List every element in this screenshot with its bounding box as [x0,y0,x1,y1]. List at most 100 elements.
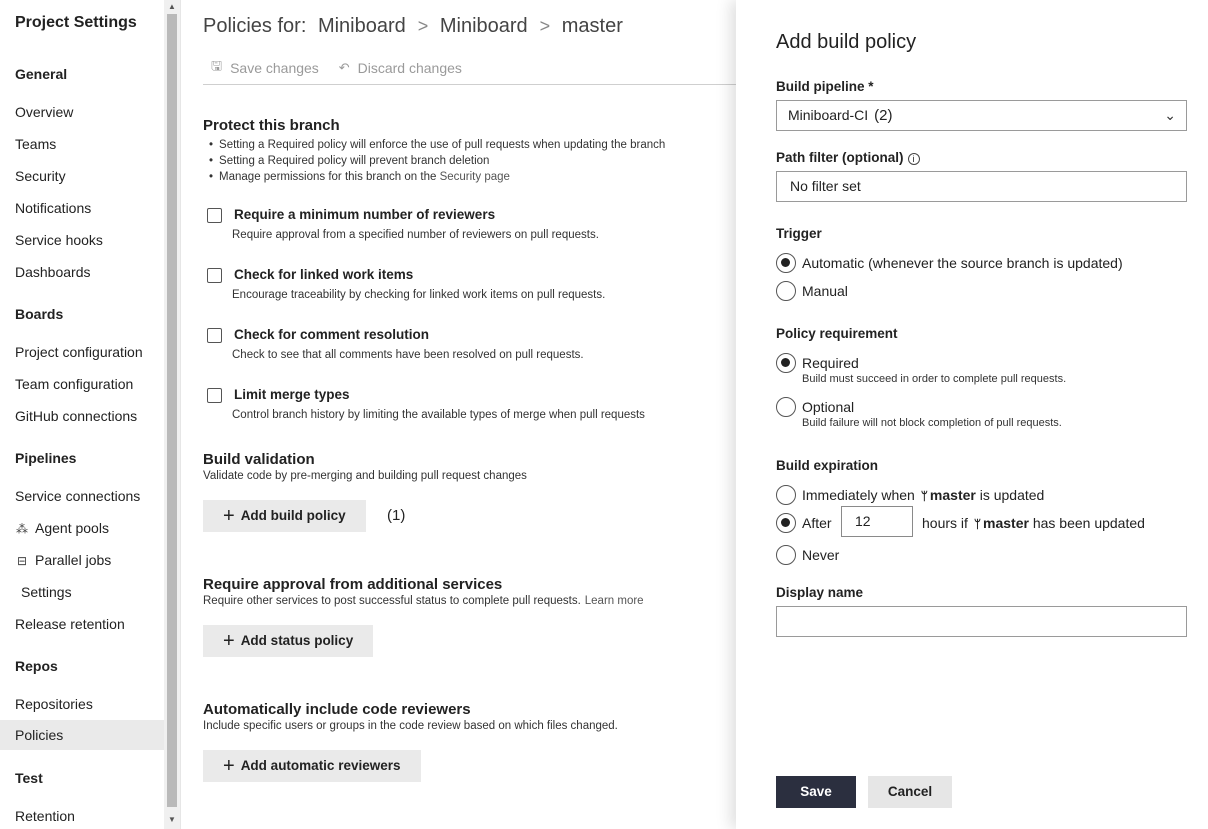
add-automatic-reviewers-button[interactable]: + Add automatic reviewers [203,750,421,782]
sidebar-item-security[interactable]: Security [0,161,164,191]
optional-label[interactable]: Optional [802,399,854,415]
trigger-automatic-label[interactable]: Automatic (whenever the source branch is… [802,255,1123,271]
cancel-button[interactable]: Cancel [868,776,952,808]
chevron-down-icon[interactable]: ⌄ [1164,101,1176,130]
linked-work-items-desc: Encourage traceability by checking for l… [232,289,606,301]
linked-work-items-label[interactable]: Check for linked work items [234,267,413,282]
expiration-hours-text: hours if ᛘ master has been updated [922,515,1145,531]
trigger-manual-label[interactable]: Manual [802,283,848,299]
sidebar-item-dashboards[interactable]: Dashboards [0,257,164,287]
hours-suffix: has been updated [1032,515,1145,531]
expiration-immediately-label[interactable]: Immediately when ᛘ master is updated [802,487,1044,503]
path-filter-input[interactable]: No filter set [776,171,1187,202]
sidebar-item-project-configuration[interactable]: Project configuration [0,337,164,367]
undo-icon: ↶ [338,60,350,75]
sidebar-item-release-retention[interactable]: Release retention [0,609,164,639]
annotation-marker-1: (1) [387,507,406,524]
scrollbar-thumb[interactable] [167,14,177,807]
sidebar-item-repositories[interactable]: Repositories [0,689,164,719]
sidebar-item-policies[interactable]: Policies [0,720,164,750]
limit-merge-types-checkbox[interactable] [207,388,222,403]
sidebar-title: Project Settings [15,14,137,31]
breadcrumb-prefix: Policies for: [203,15,307,37]
immediately-suffix: is updated [979,487,1045,503]
breadcrumb-branch[interactable]: master [562,15,623,37]
radio-selected[interactable] [776,253,796,273]
additional-services-desc: Require other services to post successfu… [203,595,644,607]
bullet-item: Setting a Required policy will enforce t… [209,137,665,153]
learn-more-link[interactable]: Learn more [585,595,644,607]
comment-resolution-checkbox[interactable] [207,328,222,343]
comment-resolution-desc: Check to see that all comments have been… [232,349,584,361]
min-reviewers-checkbox[interactable] [207,208,222,223]
add-build-policy-button[interactable]: + Add build policy [203,500,366,532]
code-reviewers-title: Automatically include code reviewers [203,701,471,718]
scroll-down-icon[interactable]: ▼ [168,815,176,824]
button-label: Add automatic reviewers [240,758,401,773]
breadcrumb-project[interactable]: Miniboard [318,15,406,37]
discard-changes-button[interactable]: Discard changes [358,60,462,76]
sidebar-section-general: General [15,66,68,82]
policies-main: Policies for: Miniboard > Miniboard > mast… [180,0,737,829]
radio-selected[interactable] [776,513,796,533]
sidebar-item-team-configuration[interactable]: Team configuration [0,369,164,399]
build-validation-title: Build validation [203,451,315,468]
expiration-never-label[interactable]: Never [802,547,839,563]
sidebar-item-settings[interactable]: Settings [0,577,164,607]
button-label: Add status policy [240,633,354,648]
additional-services-title: Require approval from additional service… [203,576,503,593]
annotation-marker-2: (2) [874,107,893,124]
branch-icon: ᛘ [973,517,982,531]
immediately-text: Immediately when [802,487,915,503]
sidebar-item-github-connections[interactable]: GitHub connections [0,401,164,431]
radio-unselected[interactable] [776,281,796,301]
build-pipeline-dropdown[interactable]: Miniboard-CI (2) ⌄ [776,100,1187,131]
display-name-input[interactable] [776,606,1187,637]
parallel-jobs-icon: ⊟ [16,554,28,568]
sidebar-item-overview[interactable]: Overview [0,97,164,127]
build-validation-desc: Validate code by pre-merging and buildin… [203,470,527,482]
limit-merge-types-desc: Control branch history by limiting the a… [232,409,645,421]
add-status-policy-button[interactable]: + Add status policy [203,625,374,657]
breadcrumb-repo[interactable]: Miniboard [440,15,528,37]
hours-prefix: hours if [922,515,968,531]
build-expiration-label: Build expiration [776,458,879,473]
info-icon[interactable]: i [907,153,920,165]
sidebar-item-teams[interactable]: Teams [0,129,164,159]
code-reviewers-desc: Include specific users or groups in the … [203,720,618,732]
radio-unselected[interactable] [776,485,796,505]
breadcrumb: Policies for: Miniboard > Miniboard > mast… [203,15,629,38]
required-label[interactable]: Required [802,355,859,371]
chevron-right-icon: > [417,16,429,36]
save-changes-button[interactable]: Save changes [230,60,319,76]
sidebar-item-agent-pools[interactable]: ⁂ Agent pools [0,513,164,543]
sidebar-scrollbar[interactable]: ▲ ▼ [164,0,180,829]
linked-work-items-checkbox[interactable] [207,268,222,283]
security-page-link[interactable]: Security page [440,171,510,183]
sidebar-section-test: Test [15,770,43,786]
protect-branch-bullets: Setting a Required policy will enforce t… [209,137,665,185]
radio-unselected[interactable] [776,545,796,565]
comment-resolution-label[interactable]: Check for comment resolution [234,327,429,342]
sidebar-item-service-hooks[interactable]: Service hooks [0,225,164,255]
sidebar-section-boards: Boards [15,306,64,322]
bullet-item: Setting a Required policy will prevent b… [209,153,665,169]
sidebar-item-parallel-jobs[interactable]: ⊟ Parallel jobs [0,545,164,575]
expiration-after-label[interactable]: After [802,515,832,531]
plus-icon: + [223,630,235,652]
scroll-up-icon[interactable]: ▲ [168,2,176,11]
add-build-policy-panel: Add build policy Build pipeline * Minibo… [736,0,1208,829]
radio-selected[interactable] [776,353,796,373]
limit-merge-types-label[interactable]: Limit merge types [234,387,350,402]
min-reviewers-label[interactable]: Require a minimum number of reviewers [234,207,495,222]
radio-unselected[interactable] [776,397,796,417]
save-icon: 🖫 [211,58,223,73]
chevron-right-icon: > [539,16,551,36]
sidebar-item-label: Agent pools [35,520,109,536]
expiration-hours-input[interactable]: 12 [841,506,913,537]
bullet-item: Manage permissions for this branch on th… [209,169,665,185]
sidebar-item-service-connections[interactable]: Service connections [0,481,164,511]
sidebar-item-notifications[interactable]: Notifications [0,193,164,223]
sidebar-item-retention[interactable]: Retention [0,801,164,829]
save-button[interactable]: Save [776,776,856,808]
